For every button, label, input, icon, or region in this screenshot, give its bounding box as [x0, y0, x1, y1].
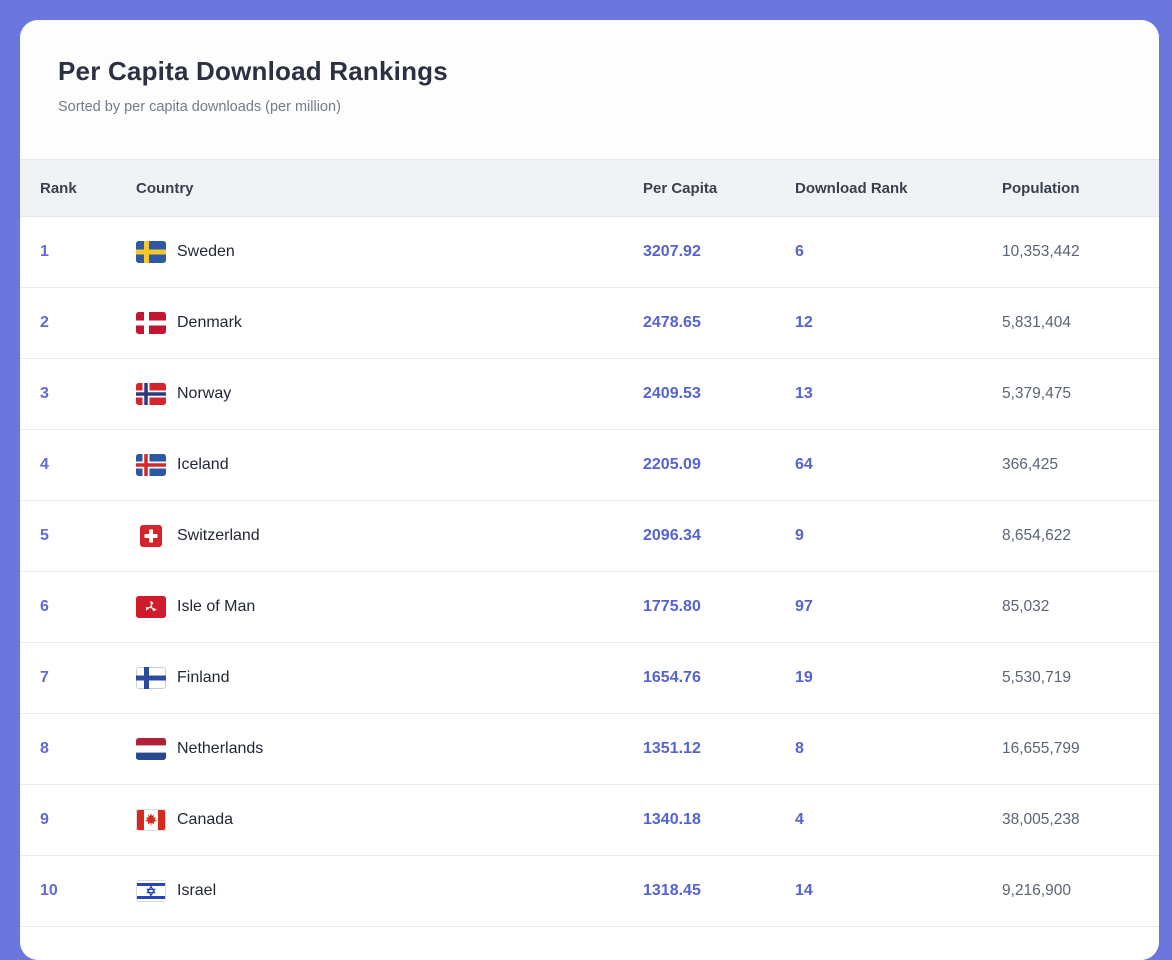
netherlands-flag-icon: [136, 738, 166, 760]
country-cell: Finland: [136, 643, 643, 714]
card-header: Per Capita Download Rankings Sorted by p…: [20, 20, 1159, 159]
download-rank-value: 8: [795, 714, 1002, 785]
per-capita-value: 1340.18: [643, 785, 795, 856]
per-capita-value: 1654.76: [643, 643, 795, 714]
population-value: 5,831,404: [1002, 288, 1159, 359]
page-subtitle: Sorted by per capita downloads (per mill…: [58, 98, 1121, 116]
rank-cell: 2: [20, 288, 136, 359]
per-capita-value: 2409.53: [643, 359, 795, 430]
table-row: 7 Finland 1654.76195,530,719: [20, 643, 1159, 714]
column-header-download-rank[interactable]: Download Rank: [795, 160, 1002, 217]
iceland-flag-icon: [136, 454, 166, 476]
population-value: 16,655,799: [1002, 714, 1159, 785]
rank-cell: 10: [20, 856, 136, 927]
country-cell: Isle of Man: [136, 572, 643, 643]
column-header-population[interactable]: Population: [1002, 160, 1159, 217]
population-value: 5,530,719: [1002, 643, 1159, 714]
canada-flag-icon: [136, 809, 166, 831]
population-value: 5,379,475: [1002, 359, 1159, 430]
finland-flag-icon: [136, 667, 166, 689]
country-cell: Iceland: [136, 430, 643, 501]
table-row: 5 Switzerland 2096.3498,654,622: [20, 501, 1159, 572]
norway-flag-icon: [136, 383, 166, 405]
download-rank-value: 9: [795, 501, 1002, 572]
download-rank-value: 12: [795, 288, 1002, 359]
country-name: Denmark: [177, 314, 242, 332]
table-header: Rank Country Per Capita Download Rank Po…: [20, 160, 1159, 217]
per-capita-value: 1351.12: [643, 714, 795, 785]
population-value: 85,032: [1002, 572, 1159, 643]
rank-cell: 8: [20, 714, 136, 785]
country-cell: Sweden: [136, 217, 643, 288]
population-value: 10,353,442: [1002, 217, 1159, 288]
download-rank-value: 6: [795, 217, 1002, 288]
population-value: 8,654,622: [1002, 501, 1159, 572]
per-capita-value: 2478.65: [643, 288, 795, 359]
table-row: 10 Israel 1318.45149,216,900: [20, 856, 1159, 927]
download-rank-value: 13: [795, 359, 1002, 430]
per-capita-value: 1318.45: [643, 856, 795, 927]
rank-cell: 1: [20, 217, 136, 288]
download-rank-value: 64: [795, 430, 1002, 501]
per-capita-value: 3207.92: [643, 217, 795, 288]
table-row: 2 Denmark 2478.65125,831,404: [20, 288, 1159, 359]
rankings-card: Per Capita Download Rankings Sorted by p…: [20, 20, 1159, 960]
population-value: 9,216,900: [1002, 856, 1159, 927]
country-name: Isle of Man: [177, 598, 255, 616]
country-cell: Netherlands: [136, 714, 643, 785]
per-capita-value: 2205.09: [643, 430, 795, 501]
country-name: Sweden: [177, 243, 235, 261]
per-capita-value: 1775.80: [643, 572, 795, 643]
table-body: 1Sweden3207.92610,353,4422Denmark2478.65…: [20, 217, 1159, 927]
column-header-country[interactable]: Country: [136, 160, 643, 217]
denmark-flag-icon: [136, 312, 166, 334]
country-name: Israel: [177, 882, 216, 900]
population-value: 366,425: [1002, 430, 1159, 501]
country-cell: Israel: [136, 856, 643, 927]
rank-cell: 7: [20, 643, 136, 714]
table-row: 6 Isle of Man 1775.809785,032: [20, 572, 1159, 643]
rank-cell: 5: [20, 501, 136, 572]
rank-cell: 3: [20, 359, 136, 430]
table-row: 4 Iceland 2205.0964366,425: [20, 430, 1159, 501]
country-name: Canada: [177, 811, 233, 829]
country-name: Finland: [177, 669, 229, 687]
rank-cell: 6: [20, 572, 136, 643]
rank-cell: 9: [20, 785, 136, 856]
country-name: Netherlands: [177, 740, 263, 758]
population-value: 38,005,238: [1002, 785, 1159, 856]
country-cell: Norway: [136, 359, 643, 430]
switzerland-flag-icon: [136, 525, 166, 547]
download-rank-value: 4: [795, 785, 1002, 856]
sweden-flag-icon: [136, 241, 166, 263]
country-cell: Denmark: [136, 288, 643, 359]
isle-of-man-flag-icon: [136, 596, 166, 618]
rankings-table: Rank Country Per Capita Download Rank Po…: [20, 159, 1159, 927]
table-row: 3 Norway 2409.53135,379,475: [20, 359, 1159, 430]
country-name: Norway: [177, 385, 231, 403]
page-title: Per Capita Download Rankings: [58, 56, 1121, 86]
per-capita-value: 2096.34: [643, 501, 795, 572]
column-header-per-capita[interactable]: Per Capita: [643, 160, 795, 217]
table-row: 8Netherlands1351.12816,655,799: [20, 714, 1159, 785]
country-name: Iceland: [177, 456, 229, 474]
download-rank-value: 14: [795, 856, 1002, 927]
download-rank-value: 19: [795, 643, 1002, 714]
rank-cell: 4: [20, 430, 136, 501]
country-name: Switzerland: [177, 527, 260, 545]
table-row: 9 Canada 1340.18438,005,238: [20, 785, 1159, 856]
table-row: 1 Sweden 3207.92610,353,442: [20, 217, 1159, 288]
page-background: { "card": { "title": "Per Capita Downloa…: [0, 0, 1172, 939]
column-header-rank[interactable]: Rank: [20, 160, 136, 217]
country-cell: Canada: [136, 785, 643, 856]
download-rank-value: 97: [795, 572, 1002, 643]
israel-flag-icon: [136, 880, 166, 902]
country-cell: Switzerland: [136, 501, 643, 572]
